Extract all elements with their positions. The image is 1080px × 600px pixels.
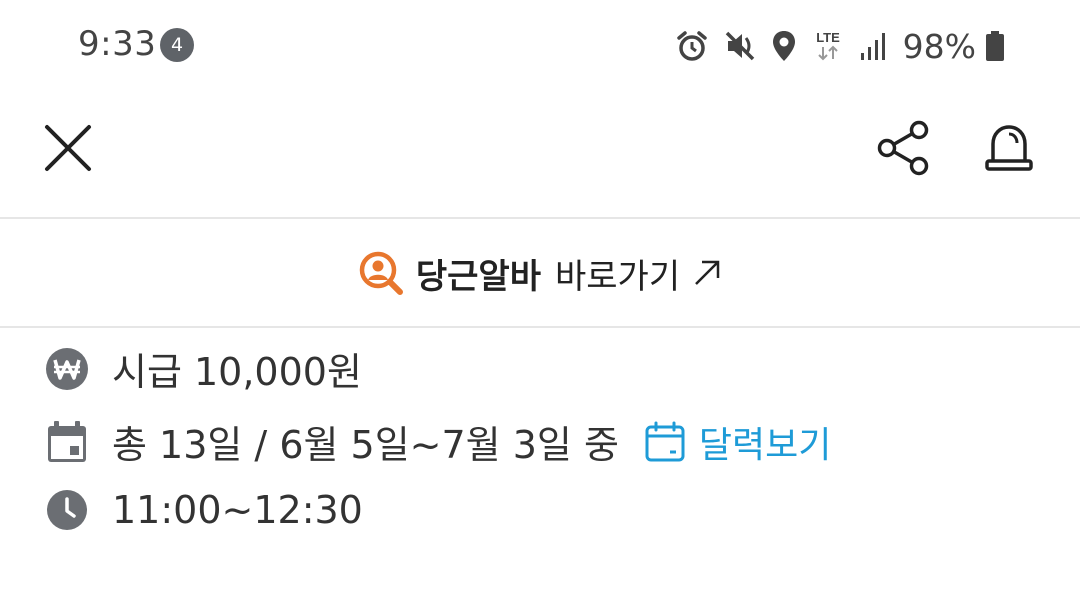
schedule-text: 총 13일 / 6월 5일~7월 3일 중	[112, 423, 619, 467]
close-icon	[45, 125, 91, 171]
notification-count-badge: 4	[160, 28, 194, 62]
share-button[interactable]	[876, 120, 932, 180]
header-divider	[0, 217, 1080, 219]
share-icon	[877, 120, 929, 176]
schedule-row: 총 13일 / 6월 5일~7월 3일 중 달력보기	[44, 414, 831, 469]
vibrate-mute-icon	[723, 29, 757, 63]
external-arrow-icon	[695, 260, 720, 285]
view-calendar-link[interactable]: 달력보기	[645, 416, 831, 468]
hours-text: 11:00~12:30	[112, 488, 363, 532]
promo-divider	[0, 326, 1080, 328]
daangn-alba-logo-icon	[359, 251, 403, 295]
clock-icon	[44, 487, 90, 533]
lte-icon: LTE	[811, 29, 845, 63]
won-icon	[44, 346, 90, 392]
report-button[interactable]	[984, 122, 1034, 178]
battery-percent: 98%	[902, 26, 976, 66]
status-bar: 9:33 4 LTE 98%	[0, 0, 1080, 90]
svg-text:LTE: LTE	[816, 30, 840, 45]
daangn-alba-brand: 당근알바	[415, 256, 541, 297]
daangn-alba-shortcut-link[interactable]: 당근알바 바로가기	[0, 220, 1080, 326]
status-time: 9:33	[78, 24, 157, 64]
view-calendar-label: 달력보기	[698, 424, 832, 466]
shortcut-label: 바로가기	[555, 256, 681, 297]
siren-icon	[985, 125, 1033, 171]
calendar-icon	[44, 419, 90, 465]
calendar-outline-icon	[645, 421, 685, 461]
status-icons: LTE 98%	[675, 26, 1006, 66]
top-toolbar	[0, 100, 1080, 195]
wage-row: 시급 10,000원	[44, 341, 362, 396]
signal-icon	[859, 29, 889, 63]
close-button[interactable]	[42, 122, 94, 178]
hours-row: 11:00~12:30	[44, 487, 363, 533]
battery-icon	[984, 29, 1006, 63]
location-icon	[771, 29, 797, 63]
wage-text: 시급 10,000원	[112, 350, 362, 394]
alarm-icon	[675, 29, 709, 63]
